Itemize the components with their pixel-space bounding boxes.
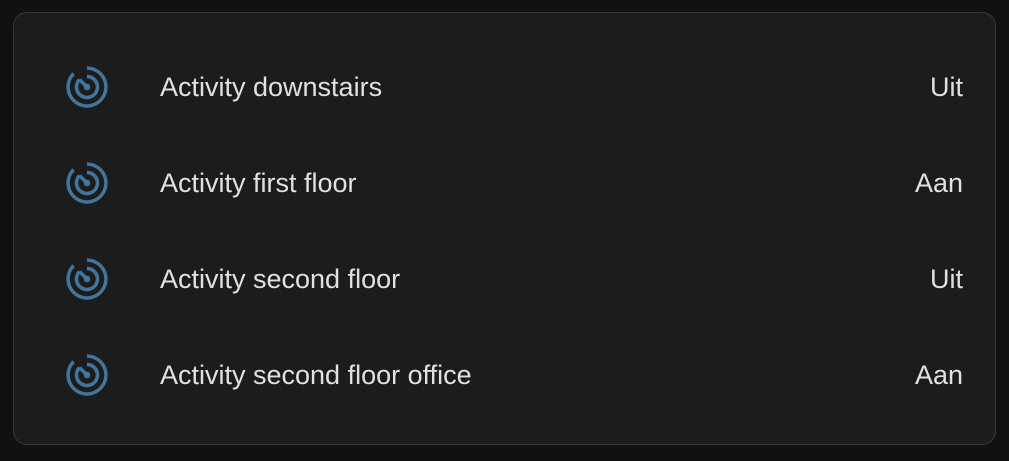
motion-sensor-icon [66,162,108,204]
entity-row-activity-second-floor[interactable]: Activity second floor Uit [14,249,995,309]
entity-state: Aan [914,168,963,198]
entity-name: Activity first floor [160,168,357,198]
entity-row-activity-first-floor[interactable]: Activity first floor Aan [14,153,995,213]
motion-sensor-icon [66,258,108,300]
entity-name: Activity downstairs [160,72,383,102]
entity-state: Uit [930,264,963,294]
entity-row-activity-second-floor-office[interactable]: Activity second floor office Aan [14,345,995,405]
entity-name: Activity second floor office [160,360,472,390]
entity-row-activity-downstairs[interactable]: Activity downstairs Uit [14,57,995,117]
motion-sensor-icon [66,354,108,396]
entity-state: Aan [914,360,963,390]
motion-sensor-icon [66,66,108,108]
entity-name: Activity second floor [160,264,401,294]
entities-card: Activity downstairs Uit Activity first f… [13,12,996,445]
entity-state: Uit [930,72,963,102]
